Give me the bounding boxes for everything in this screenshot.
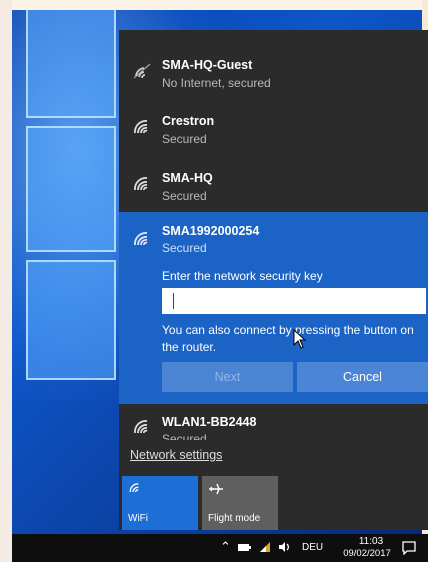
wallpaper-pane: [26, 126, 116, 252]
wallpaper-pane: [26, 10, 116, 118]
volume-icon[interactable]: [278, 541, 292, 553]
wifi-icon: [134, 420, 148, 434]
network-name: SMA-HQ: [162, 171, 213, 185]
network-name: Crestron: [162, 114, 215, 128]
wifi-icon: [134, 120, 148, 134]
network-settings-link[interactable]: Network settings: [130, 448, 222, 462]
wifi-tile-label: WiFi: [128, 513, 148, 524]
text-caret: [173, 293, 174, 309]
flight-mode-tile[interactable]: Flight mode: [202, 476, 278, 530]
network-name: SMA1992000254: [162, 224, 260, 238]
airplane-icon: [209, 483, 223, 495]
next-button[interactable]: Next: [162, 362, 293, 392]
network-name: SMA-HQ-Guest: [162, 58, 253, 72]
cancel-button[interactable]: Cancel: [297, 362, 428, 392]
security-key-label: Enter the network security key: [162, 269, 323, 283]
network-status: Secured: [162, 241, 207, 255]
network-status: No Internet, secured: [162, 76, 271, 90]
taskbar: ⌃ DEU 11:03 09/02/2017: [12, 534, 428, 562]
flight-mode-tile-label: Flight mode: [208, 513, 261, 524]
network-item[interactable]: WLAN1-BB2448 Secured: [119, 404, 428, 440]
selected-network-panel: SMA1992000254 Secured Enter the network …: [119, 212, 428, 404]
chevron-up-icon[interactable]: ⌃: [220, 540, 231, 555]
network-name: WLAN1-BB2448: [162, 415, 257, 429]
network-status: Secured: [162, 132, 207, 146]
network-status: Secured: [162, 432, 207, 440]
photo-frame-left: [0, 0, 12, 562]
photo-frame-top: [0, 0, 428, 10]
network-status: Secured: [162, 189, 207, 203]
mouse-cursor-icon: [293, 329, 307, 349]
wifi-icon: [134, 232, 148, 246]
language-indicator[interactable]: DEU: [302, 542, 323, 553]
wallpaper-pane: [26, 260, 116, 380]
clock-time[interactable]: 11:03: [346, 536, 396, 547]
network-item[interactable]: SMA-HQ-Guest No Internet, secured: [119, 42, 428, 99]
action-center-icon[interactable]: [402, 541, 416, 555]
network-flyout: SMA-HQ-Guest No Internet, secured Crestr…: [119, 30, 428, 530]
network-icon[interactable]: [237, 541, 253, 553]
network-item[interactable]: SMA-HQ Secured: [119, 155, 428, 212]
network-item[interactable]: Crestron Secured: [119, 98, 428, 155]
wifi-icon: [134, 177, 148, 191]
wifi-icon[interactable]: [258, 541, 272, 553]
wifi-icon: [133, 63, 151, 79]
wifi-toggle-tile[interactable]: WiFi: [122, 476, 198, 530]
wifi-icon: [129, 483, 139, 493]
clock-date[interactable]: 09/02/2017: [336, 548, 398, 559]
security-key-input[interactable]: [162, 288, 426, 314]
